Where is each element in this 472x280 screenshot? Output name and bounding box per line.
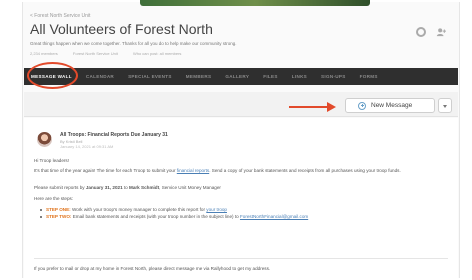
para2-text-c: , Service Unit Money Manager — [159, 185, 221, 190]
tab-special-events[interactable]: SPECIAL EVENTS — [121, 74, 179, 79]
highlight-arrow — [289, 106, 329, 108]
group-meta: 2,234 members Forest North Service Unit … — [30, 51, 360, 56]
new-message-button[interactable]: New Message — [345, 98, 435, 113]
tab-members[interactable]: MEMBERS — [179, 74, 219, 79]
plus-circle-icon — [358, 101, 366, 110]
step-one-link[interactable]: your troop — [206, 207, 227, 212]
highlight-circle — [27, 62, 78, 89]
post-permissions: Who can post: all members — [132, 51, 182, 56]
group-parent: Forest North Service Unit — [72, 51, 118, 56]
post-title[interactable]: All Troops: Financial Reports Due Januar… — [60, 132, 168, 138]
step-two-label: STEP TWO: — [46, 214, 72, 219]
para1-text-b: . Send a copy of your bank statements an… — [209, 168, 401, 173]
divider — [34, 258, 448, 259]
post-paragraph-2: Please submit reports by January 31, 202… — [34, 185, 444, 191]
new-message-label: New Message — [371, 102, 413, 109]
tab-gallery[interactable]: GALLERY — [218, 74, 256, 79]
message-post: All Troops: Financial Reports Due Januar… — [24, 118, 458, 278]
step-two-text: Email bank statements and receipts (with… — [71, 214, 240, 219]
header-icons — [410, 24, 446, 42]
manager-name: Mark Schmidt — [129, 185, 160, 190]
para2-text-a: Please submit reports by — [34, 185, 86, 190]
tab-files[interactable]: FILES — [256, 74, 285, 79]
breadcrumb[interactable]: < Forest North Service Unit — [30, 13, 90, 19]
page-title: All Volunteers of Forest North — [30, 21, 213, 37]
steps-intro: Here are the steps: — [34, 196, 74, 201]
add-member-icon[interactable] — [436, 27, 446, 37]
tab-sign-ups[interactable]: SIGN-UPS — [314, 74, 353, 79]
gear-icon[interactable] — [415, 27, 426, 37]
cover-banner — [140, 0, 370, 6]
group-tagline: Great things happen when we come togethe… — [30, 41, 237, 46]
highlight-arrow-head — [327, 102, 336, 112]
post-date: January 14, 2021 at 09:31 AM — [60, 144, 114, 149]
post-paragraph-1: It's that time of the year again! The ti… — [34, 168, 444, 174]
tab-links[interactable]: LINKS — [285, 74, 314, 79]
step-one: STEP ONE: Work with your troop's money m… — [40, 207, 450, 213]
step-one-text: Work with your troop's money manager to … — [70, 207, 207, 212]
post-footer-text: If you prefer to mail or drop at my home… — [34, 266, 271, 271]
avatar — [37, 132, 52, 147]
tab-calendar[interactable]: CALENDAR — [79, 74, 121, 79]
tab-forms[interactable]: FORMS — [353, 74, 385, 79]
tab-bar: MESSAGE WALL CALENDAR SPECIAL EVENTS MEM… — [24, 68, 458, 85]
new-message-dropdown[interactable] — [438, 98, 452, 113]
due-date: January 31, 2021 — [85, 185, 123, 190]
financial-reports-link[interactable]: financial reports — [177, 168, 209, 173]
step-two: STEP TWO: Email bank statements and rece… — [40, 214, 450, 220]
step-one-label: STEP ONE: — [46, 207, 71, 212]
post-greeting: Hi Troop leaders! — [34, 158, 69, 163]
bullet — [40, 215, 42, 218]
email-link[interactable]: ForestNorthFinancial@gmail.com — [240, 214, 308, 219]
member-count: 2,234 members — [30, 51, 58, 56]
para1-text-a: It's that time of the year again! The ti… — [34, 168, 177, 173]
bullet — [40, 208, 42, 211]
